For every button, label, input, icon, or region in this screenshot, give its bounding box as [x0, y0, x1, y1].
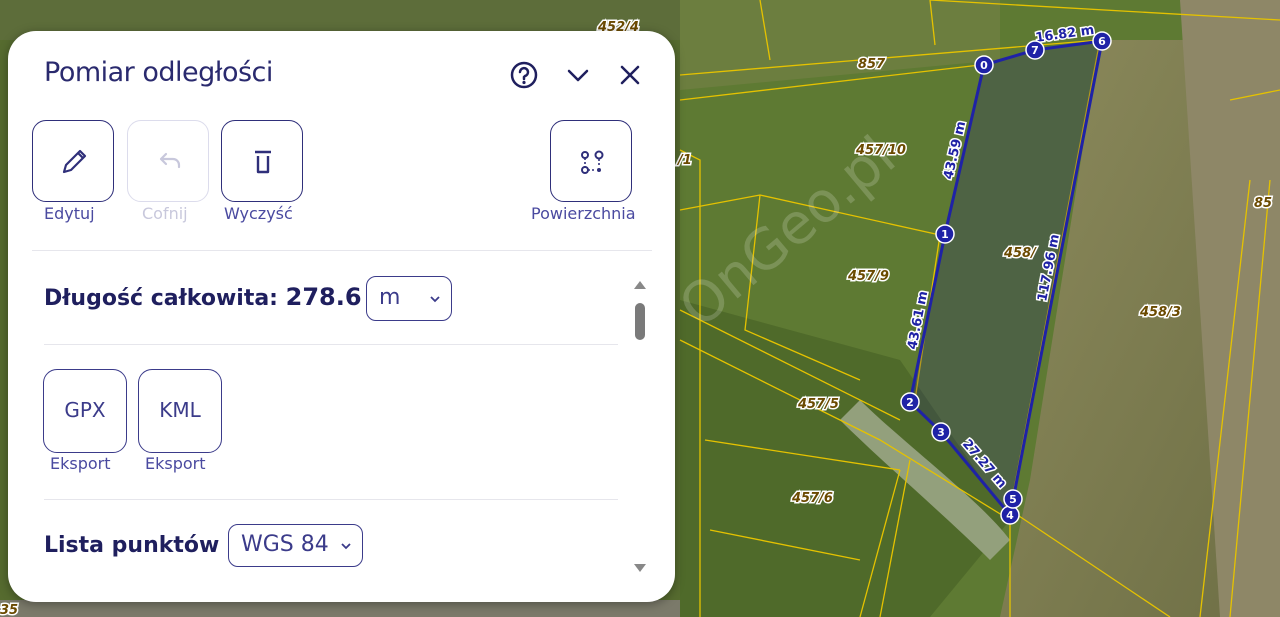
svg-text:5: 5 [1009, 493, 1017, 506]
distance-measure-panel: Pomiar odległości Edytuj Cofnij Wyczyść [8, 31, 675, 602]
vertex-marker[interactable]: 1 [935, 224, 955, 244]
vertex-marker[interactable]: 7 [1025, 40, 1045, 60]
export-kml-label: Eksport [145, 454, 206, 473]
svg-text:2: 2 [906, 396, 914, 409]
length-unit-select[interactable]: m [366, 276, 452, 321]
length-unit-value: m [379, 285, 401, 310]
undo-button[interactable] [127, 120, 209, 202]
export-kml-button[interactable]: KML [138, 369, 222, 453]
total-length: Długość całkowita: 278.6 [44, 283, 362, 311]
clear-button[interactable] [221, 120, 303, 202]
parcel-label: 458/ [1003, 246, 1037, 261]
divider [44, 499, 618, 500]
svg-text:0: 0 [980, 59, 988, 72]
vertex-marker[interactable]: 6 [1092, 31, 1112, 51]
help-icon[interactable] [508, 59, 540, 91]
pencil-icon [62, 149, 87, 174]
parcel-label: 457/10 [855, 143, 906, 158]
crs-value: WGS 84 [241, 532, 329, 557]
crs-select[interactable]: WGS 84 [228, 524, 363, 567]
area-mode-button-label: Powierzchnia [531, 204, 636, 223]
svg-text:4: 4 [1006, 509, 1014, 522]
undo-icon [159, 152, 181, 169]
svg-text:6: 6 [1098, 35, 1106, 48]
parcel-label: 857 [858, 57, 886, 72]
parcel-label: 457/9 [847, 269, 889, 284]
parcel-label: 457/6 [791, 491, 833, 506]
parcel-label: 85 [1254, 196, 1272, 211]
points-list-label: Lista punktów [44, 533, 220, 558]
vertex-marker[interactable]: 4 [1000, 505, 1020, 525]
clear-button-label: Wyczyść [224, 204, 293, 223]
undo-button-label: Cofnij [142, 204, 188, 223]
vertex-marker[interactable]: 0 [974, 55, 994, 75]
divider [44, 344, 618, 345]
vertex-marker[interactable]: 2 [900, 392, 920, 412]
total-length-value: 278.6 [285, 283, 362, 311]
svg-text:3: 3 [937, 426, 945, 439]
edit-button-label: Edytuj [44, 204, 95, 223]
total-length-label: Długość całkowita: [44, 286, 278, 311]
vertex-marker[interactable]: 3 [931, 422, 951, 442]
trash-icon [255, 150, 271, 174]
scroll-up-arrow[interactable] [634, 281, 646, 289]
close-icon[interactable] [614, 59, 646, 91]
parcel-label: /1 [676, 153, 692, 168]
parcel-label: 458/3 [1139, 305, 1181, 320]
chevron-down-icon[interactable] [562, 59, 594, 91]
scrollbar-thumb[interactable] [635, 303, 645, 340]
edit-button[interactable] [32, 120, 114, 202]
export-gpx-button[interactable]: GPX [43, 369, 127, 453]
parcel-label: 457/5 [797, 397, 839, 412]
svg-text:7: 7 [1031, 44, 1039, 57]
panel-title: Pomiar odległości [44, 57, 273, 88]
export-gpx-label: Eksport [50, 454, 111, 473]
scroll-down-arrow[interactable] [634, 564, 646, 572]
chevron-down-icon [430, 296, 440, 303]
chevron-down-icon [341, 543, 351, 550]
svg-text:1: 1 [941, 228, 949, 241]
vertex-marker[interactable]: 5 [1003, 489, 1023, 509]
area-points-icon [581, 150, 604, 174]
area-mode-button[interactable] [550, 120, 632, 202]
divider [32, 250, 652, 251]
parcel-label: 35 [0, 603, 18, 617]
